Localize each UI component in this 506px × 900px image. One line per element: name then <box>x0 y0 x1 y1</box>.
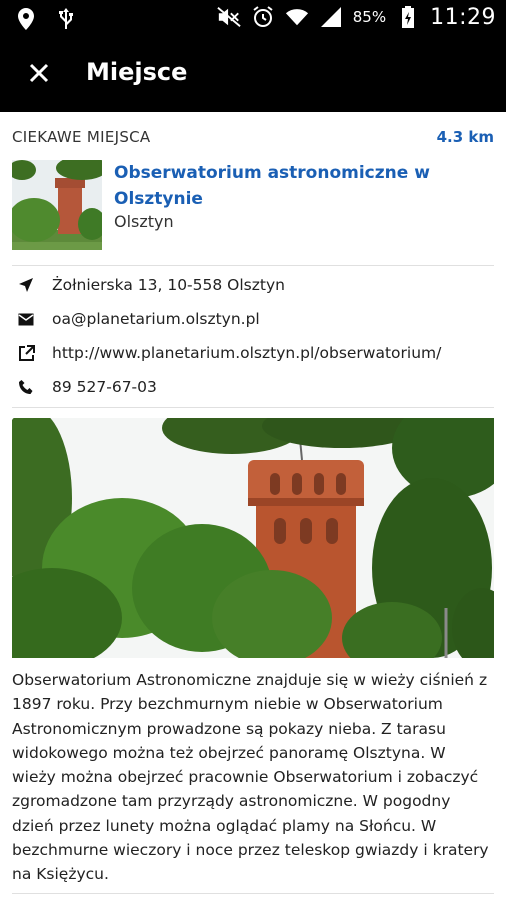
page-title: Miejsce <box>86 58 188 86</box>
contact-info: Żołnierska 13, 10-558 Olsztyn oa@planeta… <box>12 266 494 408</box>
distance-label: 4.3 km <box>436 128 494 146</box>
place-photo <box>12 418 494 658</box>
email-link[interactable]: oa@planetarium.olsztyn.pl <box>52 310 260 328</box>
place-name-link[interactable]: Obserwatorium astronomiczne w Olsztynie <box>114 160 484 212</box>
alarm-icon <box>251 4 275 30</box>
location-icon <box>14 6 38 32</box>
address-text: Żołnierska 13, 10-558 Olsztyn <box>52 276 285 294</box>
email-row[interactable]: oa@planetarium.olsztyn.pl <box>12 302 494 336</box>
place-description: Obserwatorium Astronomiczne znajduje się… <box>12 668 494 894</box>
phone-icon <box>12 376 44 398</box>
mute-icon <box>217 4 241 30</box>
app-bar: Miejsce <box>0 38 506 112</box>
battery-percent: 85% <box>352 8 387 26</box>
website-link[interactable]: http://www.planetarium.olsztyn.pl/obserw… <box>52 344 441 362</box>
status-time: 11:29 <box>430 4 496 30</box>
place-header[interactable]: Obserwatorium astronomiczne w Olsztynie … <box>12 160 494 266</box>
usb-icon <box>54 6 78 32</box>
battery-icon <box>396 4 420 30</box>
external-link-icon <box>12 342 44 364</box>
website-row[interactable]: http://www.planetarium.olsztyn.pl/obserw… <box>12 336 494 370</box>
category-row: CIEKAWE MIEJSCA 4.3 km <box>12 112 494 160</box>
category-label: CIEKAWE MIEJSCA <box>12 128 151 146</box>
place-thumbnail[interactable] <box>12 160 102 250</box>
signal-icon <box>319 4 343 30</box>
address-row[interactable]: Żołnierska 13, 10-558 Olsztyn <box>12 268 494 302</box>
wifi-icon <box>285 4 309 30</box>
phone-row[interactable]: 89 527-67-03 <box>12 370 494 404</box>
close-button[interactable] <box>22 58 56 92</box>
place-details: CIEKAWE MIEJSCA 4.3 km Obserwatorium ast… <box>12 112 494 894</box>
status-bar: 85% 11:29 <box>0 0 506 38</box>
email-icon <box>12 308 44 330</box>
close-icon <box>29 63 49 87</box>
place-city: Olsztyn <box>114 212 174 231</box>
phone-link[interactable]: 89 527-67-03 <box>52 378 157 396</box>
navigation-arrow-icon <box>12 274 44 296</box>
